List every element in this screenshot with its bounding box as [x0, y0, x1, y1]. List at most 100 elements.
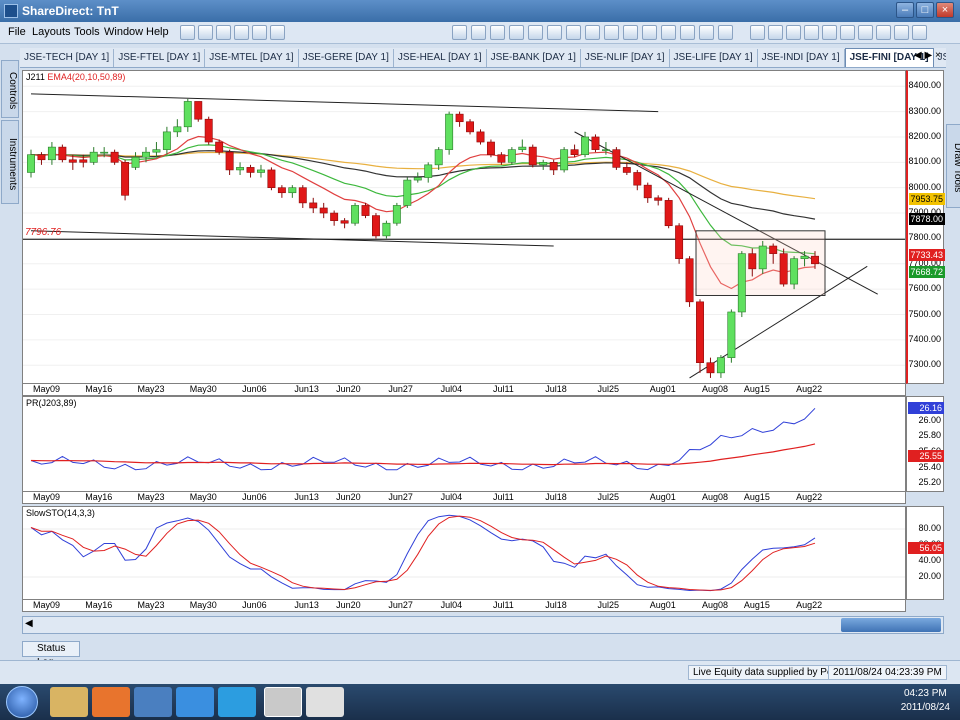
ema50-line: [30, 150, 816, 220]
toolbar-button[interactable]: [452, 25, 467, 40]
date-tick-label: Jun06: [242, 384, 267, 394]
pr-chart-panel[interactable]: PR(J203,89): [22, 396, 906, 492]
instruments-side-tab[interactable]: Instruments: [1, 120, 19, 204]
date-tick-label: May30: [189, 492, 217, 502]
sto-tick-label: 40.00: [918, 555, 941, 565]
bearish-candle: [309, 202, 318, 209]
last-value-badge: 7953.75: [909, 193, 945, 206]
scroll-left-icon[interactable]: ◀: [25, 618, 33, 629]
toolbar-button[interactable]: [471, 25, 486, 40]
menu-file[interactable]: File: [8, 26, 26, 38]
toolbar-button[interactable]: [270, 25, 285, 40]
tab-jse-mtel-day-1[interactable]: JSE-MTEL [DAY 1]: [205, 49, 299, 67]
toolbar-button[interactable]: [623, 25, 638, 40]
date-tick-label: Jun13: [294, 384, 319, 394]
price-chart-panel[interactable]: J211 EMA4(20,10,50,89) 7796.76: [22, 70, 906, 384]
toolbar-button[interactable]: [804, 25, 819, 40]
toolbar-button[interactable]: [894, 25, 909, 40]
internet-explorer-taskbar-icon[interactable]: [176, 687, 214, 717]
toolbar-button[interactable]: [858, 25, 873, 40]
bearish-candle: [675, 225, 684, 260]
toolbar-button[interactable]: [252, 25, 267, 40]
bullish-candle: [507, 149, 516, 163]
date-tick-label: Jul04: [440, 384, 463, 394]
taskbar: 04:23 PM 2011/08/24: [0, 684, 960, 720]
toolbar-button[interactable]: [786, 25, 801, 40]
tnt-taskbar-icon[interactable]: [264, 687, 302, 717]
toolbar-button[interactable]: [198, 25, 213, 40]
toolbar-button[interactable]: [234, 25, 249, 40]
indicator-label: EMA4(20,10,50,89): [47, 72, 126, 82]
tab-jse-bank-day-1[interactable]: JSE-BANK [DAY 1]: [487, 49, 581, 67]
tab-jse-gere-day-1[interactable]: JSE-GERE [DAY 1]: [299, 49, 394, 67]
toolbar-button[interactable]: [642, 25, 657, 40]
bearish-candle: [298, 187, 307, 204]
toolbar-button[interactable]: [822, 25, 837, 40]
tab-jse-indi-day-1[interactable]: JSE-INDI [DAY 1]: [758, 49, 845, 67]
menu-layouts[interactable]: Layouts: [32, 26, 71, 38]
tab-jse-ftel-day-1[interactable]: JSE-FTEL [DAY 1]: [114, 49, 206, 67]
toolbar-button[interactable]: [528, 25, 543, 40]
pr-panel-label: PR(J203,89): [26, 398, 77, 408]
toolbar-button[interactable]: [547, 25, 562, 40]
document-taskbar-icon[interactable]: [306, 687, 344, 717]
chart-view-buttons[interactable]: [841, 618, 941, 632]
explorer-taskbar-icon[interactable]: [50, 687, 88, 717]
toolbar-button[interactable]: [680, 25, 695, 40]
draw-tools-side-tab[interactable]: Draw Tools: [946, 124, 960, 208]
menu-tools[interactable]: Tools: [74, 26, 100, 38]
toolbar-button[interactable]: [604, 25, 619, 40]
tab-scroll-arrows[interactable]: ◀ ▶ ×: [914, 50, 941, 61]
toolbar-button[interactable]: [661, 25, 676, 40]
toolbar-button[interactable]: [566, 25, 581, 40]
tab-jse-heal-day-1[interactable]: JSE-HEAL [DAY 1]: [394, 49, 487, 67]
toolbar-button[interactable]: [699, 25, 714, 40]
tab-jse-life-day-1[interactable]: JSE-LIFE [DAY 1]: [670, 49, 758, 67]
toolbar-button[interactable]: [509, 25, 524, 40]
bearish-candle: [455, 113, 464, 123]
skype-taskbar-icon[interactable]: [218, 687, 256, 717]
menu-help[interactable]: Help: [146, 26, 169, 38]
date-tick-label: Jul04: [440, 492, 463, 502]
toolbar-button[interactable]: [216, 25, 231, 40]
date-tick-label: Jun27: [388, 384, 413, 394]
bullish-candle: [27, 154, 35, 173]
bearish-candle: [811, 255, 819, 265]
toolbar-button[interactable]: [768, 25, 783, 40]
toolbar-button[interactable]: [912, 25, 927, 40]
toolbar-button[interactable]: [180, 25, 195, 40]
status-log-tab[interactable]: Status Log: [22, 641, 80, 668]
toolbar-button[interactable]: [718, 25, 733, 40]
toolbar-button[interactable]: [750, 25, 765, 40]
sto-chart-panel[interactable]: SlowSTO(14,3,3): [22, 506, 906, 600]
pr-chart[interactable]: [23, 397, 905, 491]
close-button[interactable]: ×: [936, 2, 954, 18]
media-player-taskbar-icon[interactable]: [92, 687, 130, 717]
pr-axis: 26.0025.8025.6025.4025.2026.1625.55: [906, 396, 944, 492]
controls-side-tab[interactable]: Controls: [1, 60, 19, 118]
date-tick-label: May23: [137, 492, 165, 502]
bearish-candle: [340, 220, 349, 224]
clock-time: 04:23 PM: [903, 688, 947, 699]
menu-window[interactable]: Window: [104, 26, 143, 38]
date-tick-label: Jun20: [336, 492, 361, 502]
toolbar-button[interactable]: [490, 25, 505, 40]
maximize-button[interactable]: □: [916, 2, 934, 18]
toolbar-button[interactable]: [840, 25, 855, 40]
date-tick-label: Jun13: [294, 600, 319, 610]
toolbar-button[interactable]: [876, 25, 891, 40]
tab-jse-nlif-day-1[interactable]: JSE-NLIF [DAY 1]: [581, 49, 670, 67]
app-taskbar-icon[interactable]: [134, 687, 172, 717]
horizontal-scrollbar[interactable]: ◀: [22, 616, 944, 634]
bullish-candle: [737, 253, 746, 313]
price-chart[interactable]: [23, 71, 905, 383]
instrument-code: J211: [26, 72, 45, 82]
minimize-button[interactable]: –: [896, 2, 914, 18]
date-tick-label: Jul11: [492, 384, 514, 394]
toolbar-button[interactable]: [585, 25, 600, 40]
date-tick-label: Jul18: [545, 600, 567, 610]
sto-chart[interactable]: [23, 507, 905, 599]
tab-jse-tech-day-1[interactable]: JSE-TECH [DAY 1]: [20, 49, 115, 67]
start-button[interactable]: [6, 686, 38, 718]
bearish-candle: [664, 200, 673, 227]
